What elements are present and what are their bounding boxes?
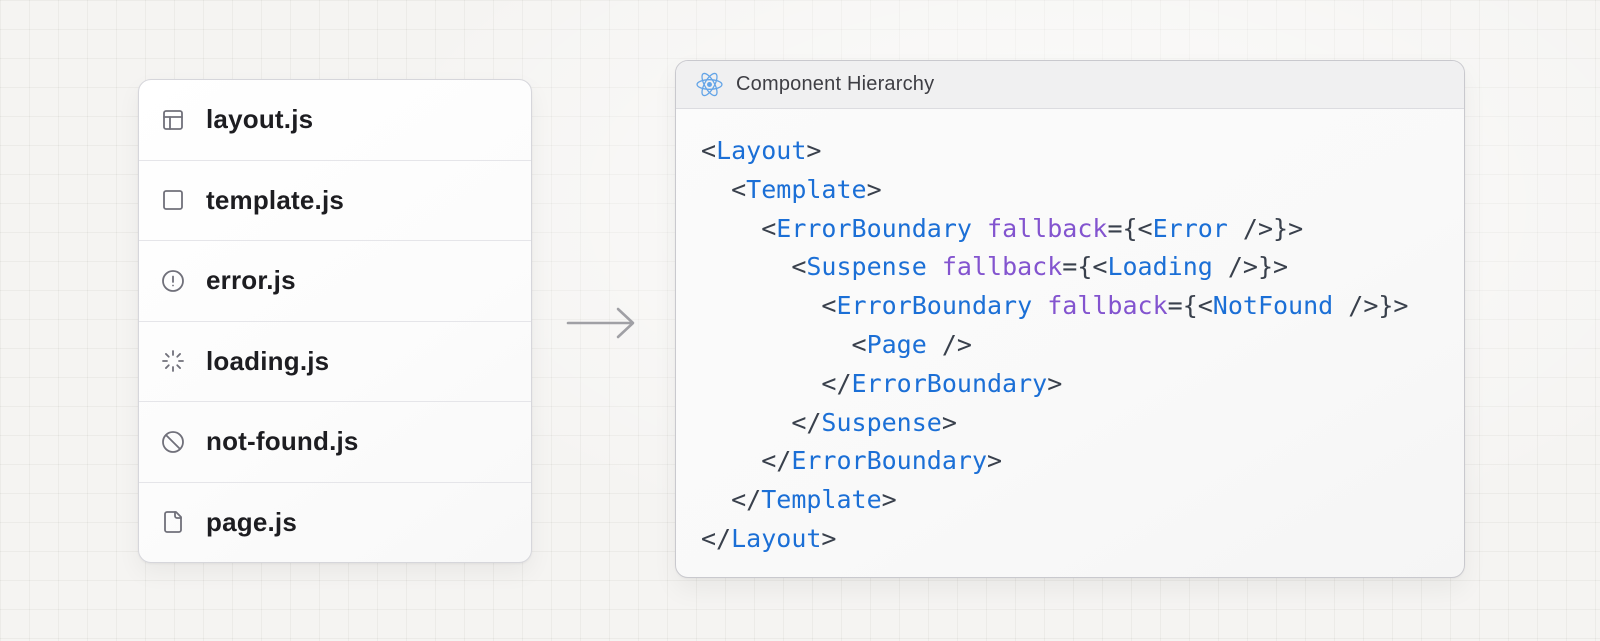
file-icon <box>161 510 185 534</box>
panel-title: Component Hierarchy <box>736 73 934 96</box>
code-line: <Page /> <box>701 326 1448 365</box>
panel-header: Component Hierarchy <box>676 61 1464 109</box>
file-label: layout.js <box>206 104 313 135</box>
file-item-template[interactable]: template.js <box>139 160 531 241</box>
diagram-canvas: { "file_panel": { "items": [ { "label": … <box>0 0 1600 641</box>
file-label: page.js <box>206 507 297 538</box>
code-line: <Layout> <box>701 132 1448 171</box>
square-icon <box>161 188 185 212</box>
arrow-right-icon <box>563 302 645 344</box>
file-list-panel: layout.js template.js error.js loading.js no… <box>138 79 532 563</box>
ban-icon <box>161 430 185 454</box>
loader-icon <box>161 349 185 373</box>
code-line: <Suspense fallback={<Loading />}> <box>701 248 1448 287</box>
code-line: <Template> <box>701 171 1448 210</box>
layout-icon <box>161 108 185 132</box>
file-item-page[interactable]: page.js <box>139 482 531 563</box>
file-label: template.js <box>206 185 344 216</box>
component-hierarchy-panel: Component Hierarchy <Layout> <Template> … <box>675 60 1465 578</box>
file-item-loading[interactable]: loading.js <box>139 321 531 402</box>
file-item-not-found[interactable]: not-found.js <box>139 401 531 482</box>
alert-circle-icon <box>161 269 185 293</box>
code-block: <Layout> <Template> <ErrorBoundary fallb… <box>676 109 1464 559</box>
file-item-layout[interactable]: layout.js <box>139 80 531 160</box>
code-line: <ErrorBoundary fallback={<Error />}> <box>701 210 1448 249</box>
code-line: </Template> <box>701 481 1448 520</box>
code-line: </Suspense> <box>701 404 1448 443</box>
file-item-error[interactable]: error.js <box>139 240 531 321</box>
file-label: not-found.js <box>206 426 359 457</box>
file-label: loading.js <box>206 346 329 377</box>
file-label: error.js <box>206 265 296 296</box>
code-line: </ErrorBoundary> <box>701 365 1448 404</box>
code-line: <ErrorBoundary fallback={<NotFound />}> <box>701 287 1448 326</box>
code-line: </Layout> <box>701 520 1448 559</box>
react-icon <box>696 71 723 98</box>
code-line: </ErrorBoundary> <box>701 442 1448 481</box>
